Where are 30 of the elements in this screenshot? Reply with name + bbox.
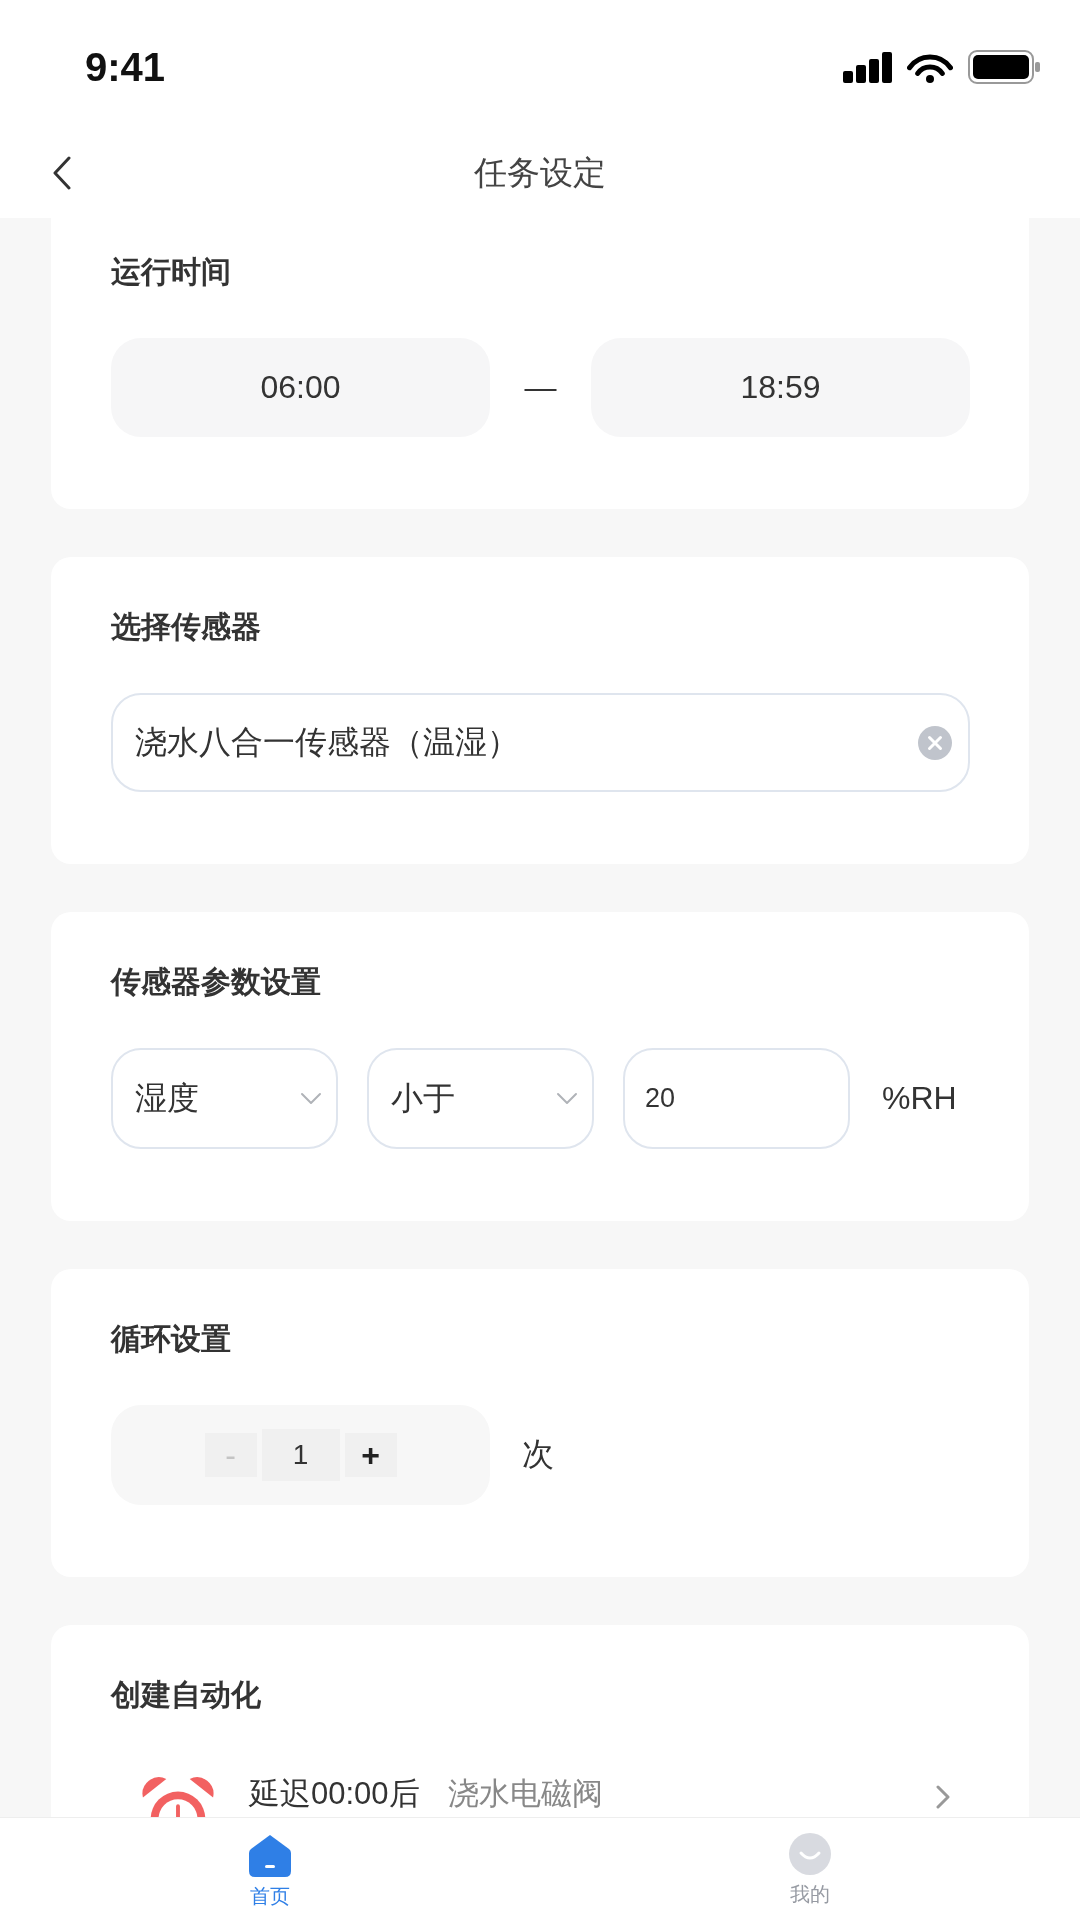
profile-icon: [789, 1833, 831, 1875]
unit-label: %RH: [882, 1080, 957, 1117]
chevron-right-icon[interactable]: [936, 1785, 950, 1809]
parameter-dropdown[interactable]: 湿度: [111, 1048, 338, 1149]
clear-icon[interactable]: [918, 725, 952, 760]
status-time: 9:41: [85, 44, 166, 90]
sensor-select-field[interactable]: 浇水八合一传感器（温湿）: [111, 693, 970, 792]
section-title: 选择传感器: [111, 609, 262, 645]
start-time-picker[interactable]: 06:00: [111, 338, 490, 437]
chevron-down-icon: [556, 1092, 578, 1105]
signal-icon: [843, 51, 892, 83]
back-icon[interactable]: [52, 156, 72, 190]
home-icon: [249, 1833, 291, 1877]
section-title: 循环设置: [111, 1321, 232, 1357]
page-title: 任务设定: [474, 152, 606, 193]
battery-icon: [968, 50, 1040, 84]
increment-button[interactable]: +: [344, 1433, 397, 1477]
range-separator: —: [524, 369, 557, 406]
chevron-down-icon: [300, 1092, 322, 1105]
count-input[interactable]: 1: [261, 1429, 340, 1481]
operator-dropdown[interactable]: 小于: [367, 1048, 594, 1149]
threshold-input[interactable]: 20: [623, 1048, 850, 1149]
section-title: 传感器参数设置: [111, 964, 322, 1000]
device-name: 浇水电磁阀: [447, 1777, 603, 1811]
end-time-picker[interactable]: 18:59: [591, 338, 970, 437]
delay-text: 延迟00:00后: [249, 1777, 420, 1811]
section-title: 创建自动化: [111, 1677, 262, 1713]
unit-label: 次: [522, 1435, 554, 1474]
tab-item[interactable]: 首页: [249, 1833, 291, 1910]
section-title: 运行时间: [111, 254, 232, 290]
